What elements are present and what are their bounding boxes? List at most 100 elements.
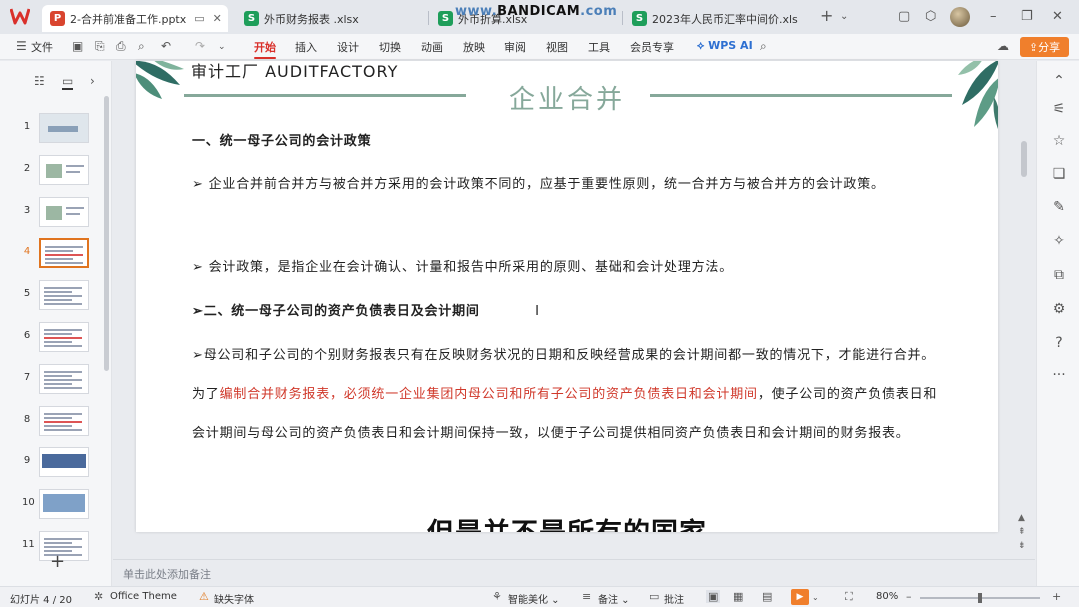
sorter-view-icon[interactable]: ▦ bbox=[733, 590, 743, 603]
collapse-icon[interactable]: ⌃ bbox=[1050, 73, 1068, 89]
slide-thumbnail[interactable]: 1 bbox=[0, 113, 112, 149]
thumbnail-preview[interactable] bbox=[39, 363, 89, 394]
fit-window-icon[interactable]: ⛶ bbox=[845, 590, 853, 604]
tab-insert[interactable]: 插入 bbox=[295, 39, 317, 55]
tab-xlsx-1[interactable]: S 外币财务报表 .xlsx bbox=[236, 5, 426, 32]
thumbnail-scrollbar[interactable] bbox=[104, 96, 109, 371]
tab-review[interactable]: 审阅 bbox=[504, 39, 526, 55]
notes-placeholder[interactable]: 单击此处添加备注 bbox=[123, 566, 211, 582]
chevron-down-icon[interactable]: ⌄ bbox=[840, 11, 848, 22]
thumbnail-preview[interactable] bbox=[39, 238, 89, 269]
tab-slideshow[interactable]: 放映 bbox=[463, 39, 485, 55]
tab-membership[interactable]: 会员专享 bbox=[630, 39, 674, 55]
tab-xls-3[interactable]: S 2023年人民币汇率中间价.xls bbox=[624, 5, 814, 32]
print-icon[interactable]: ⎙ bbox=[116, 39, 126, 54]
tab-view[interactable]: 视图 bbox=[546, 39, 568, 55]
close-icon[interactable]: ✕ bbox=[213, 12, 222, 25]
play-slideshow-button[interactable]: ▶ bbox=[791, 589, 809, 605]
window-icon[interactable]: ▭ bbox=[194, 12, 204, 25]
prev-slide-icon[interactable]: ⇞ bbox=[1018, 527, 1026, 537]
chevron-right-icon[interactable]: › bbox=[90, 74, 95, 88]
zoom-slider-handle[interactable] bbox=[978, 593, 982, 603]
slide-thumbnail[interactable]: 6 bbox=[0, 322, 112, 358]
slide-thumbnail[interactable]: 5 bbox=[0, 280, 112, 316]
slide-scrollbar[interactable] bbox=[1021, 141, 1027, 177]
slide-thumbnail[interactable]: 3 bbox=[0, 196, 112, 233]
thumbnail-preview[interactable] bbox=[39, 113, 89, 143]
thumbnail-preview[interactable] bbox=[39, 322, 89, 352]
share-button[interactable]: ⇪ 分享 bbox=[1020, 37, 1069, 57]
redo-icon[interactable]: ↷ bbox=[195, 39, 205, 53]
slide-thumbnail[interactable]: 7 bbox=[0, 363, 112, 400]
more-icon[interactable]: ··· bbox=[1050, 367, 1068, 383]
help-icon[interactable]: ? bbox=[1050, 335, 1068, 351]
theme-name[interactable]: Office Theme bbox=[110, 591, 177, 602]
undo-icon[interactable]: ↶ bbox=[161, 39, 171, 53]
save-icon[interactable]: ▣ bbox=[72, 39, 83, 53]
slide-banner: 审计工厂 AUDITFACTORY bbox=[191, 62, 399, 81]
thumbnail-preview[interactable] bbox=[39, 154, 89, 185]
tab-animation[interactable]: 动画 bbox=[421, 39, 443, 55]
paragraph-policy-definition: ➢ 会计政策，是指企业在会计确认、计量和报告中所采用的原则、基础和会计处理方法。 bbox=[192, 260, 734, 275]
smart-beautify-button[interactable]: 智能美化 ⌄ bbox=[508, 591, 560, 606]
thumbnail-preview[interactable] bbox=[39, 489, 89, 520]
slide-canvas[interactable]: 审计工厂 AUDITFACTORY 企业合并 一、统一母子公司的会计政策 ➢ 企… bbox=[136, 61, 998, 532]
tab-tools[interactable]: 工具 bbox=[588, 39, 610, 55]
layers-icon[interactable]: ❏ bbox=[1050, 166, 1068, 182]
restore-icon[interactable]: ❐ bbox=[1021, 9, 1033, 24]
slide-thumbnail[interactable]: 10 bbox=[0, 489, 112, 525]
notes-button[interactable]: 备注 ⌄ bbox=[598, 591, 630, 606]
zoom-slider[interactable] bbox=[920, 593, 1040, 603]
scroll-up-icon[interactable]: ▲ bbox=[1018, 513, 1025, 523]
missing-font[interactable]: 缺失字体 bbox=[214, 591, 254, 606]
cube-icon[interactable]: ⬡ bbox=[925, 9, 936, 24]
chevron-down-icon[interactable]: ⌄ bbox=[218, 42, 226, 52]
zoom-level[interactable]: 80% bbox=[876, 591, 898, 602]
window-layout-icon[interactable]: ▢ bbox=[898, 9, 910, 24]
slide-thumbnail[interactable]: 8 bbox=[0, 405, 112, 442]
slider-settings-icon[interactable]: ⚟ bbox=[1050, 101, 1068, 117]
reading-view-icon[interactable]: ▤ bbox=[762, 590, 772, 603]
outline-view-icon[interactable]: ☷ bbox=[34, 74, 45, 88]
menu-file[interactable]: 文件 bbox=[31, 39, 53, 55]
wps-ai-button[interactable]: ⟡ WPS AI bbox=[697, 39, 753, 53]
chevron-down-icon[interactable]: ⌄ bbox=[812, 593, 819, 602]
slide-thumbnail[interactable]: 2 bbox=[0, 154, 112, 191]
next-slide-icon[interactable]: ⇟ bbox=[1018, 541, 1026, 551]
export-icon[interactable]: ⎘ bbox=[95, 39, 105, 54]
close-window-icon[interactable]: ✕ bbox=[1052, 9, 1063, 24]
cloud-sync-icon[interactable]: ☁ bbox=[997, 39, 1009, 53]
zoom-out-icon[interactable]: – bbox=[906, 590, 912, 603]
comments-button[interactable]: 批注 bbox=[664, 591, 684, 606]
star-icon[interactable]: ☆ bbox=[1050, 133, 1068, 149]
style-icon[interactable]: ✎ bbox=[1050, 199, 1068, 215]
normal-view-icon[interactable]: ▣ bbox=[706, 590, 721, 603]
tab-divider bbox=[622, 11, 623, 25]
read-icon[interactable]: ⧉ bbox=[1050, 267, 1068, 283]
add-slide-button[interactable]: + bbox=[50, 551, 65, 572]
print-preview-icon[interactable]: ⌕ bbox=[138, 39, 145, 54]
notes-pane[interactable]: 单击此处添加备注 bbox=[113, 559, 1035, 586]
thumbnail-preview[interactable] bbox=[39, 196, 89, 227]
thumbnail-preview[interactable] bbox=[39, 280, 89, 311]
tab-design[interactable]: 设计 bbox=[337, 39, 359, 55]
tab-pptx[interactable]: P 2-合并前准备工作.pptx ▭ ✕ bbox=[42, 5, 228, 32]
search-icon[interactable]: ⌕ bbox=[760, 39, 767, 54]
slide-view-icon[interactable]: ▭ bbox=[62, 74, 74, 90]
slide-thumbnail[interactable]: 9 bbox=[0, 447, 112, 483]
minimize-icon[interactable]: – bbox=[990, 9, 997, 24]
menu-icon[interactable]: ☰ bbox=[16, 39, 27, 53]
magic-wand-icon[interactable]: ✧ bbox=[1050, 233, 1068, 249]
thumbnail-number: 4 bbox=[23, 246, 31, 258]
tab-transition[interactable]: 切换 bbox=[379, 39, 401, 55]
slide-thumbnail[interactable]: 4 bbox=[0, 238, 112, 274]
tab-home[interactable]: 开始 bbox=[254, 39, 276, 59]
wps-logo-icon[interactable] bbox=[9, 7, 32, 27]
share-tool-icon[interactable]: ⚙ bbox=[1050, 301, 1068, 317]
new-tab-icon[interactable]: + bbox=[820, 6, 833, 25]
zoom-in-icon[interactable]: + bbox=[1052, 590, 1061, 603]
thumbnail-preview[interactable] bbox=[39, 405, 89, 436]
thumbnail-preview[interactable] bbox=[39, 447, 89, 478]
avatar[interactable] bbox=[950, 7, 970, 27]
share-label: 分享 bbox=[1038, 41, 1061, 54]
